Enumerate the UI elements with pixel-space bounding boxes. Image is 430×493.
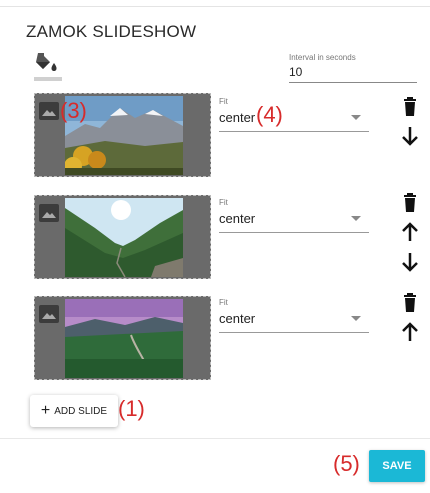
arrow-up-icon[interactable] (395, 220, 425, 244)
interval-field[interactable]: Interval in seconds 10 (289, 53, 417, 83)
slide-thumbnail (65, 299, 183, 378)
save-button[interactable]: SAVE (369, 450, 425, 482)
fit-field-2[interactable]: Fit center (219, 198, 369, 233)
arrow-up-icon[interactable] (395, 320, 425, 344)
top-divider (0, 6, 430, 7)
fit-select[interactable]: center (219, 211, 369, 233)
annotation-3: (3) (60, 98, 87, 123)
annotation-1: (1) (118, 396, 145, 421)
footer-divider (0, 438, 430, 439)
add-slide-label: ADD SLIDE (54, 405, 108, 417)
fit-value: center (219, 110, 256, 125)
annotation-4: (4) (256, 102, 283, 127)
slide-1-actions (395, 94, 425, 154)
fit-select[interactable]: center (219, 311, 369, 333)
annotation-5: (5) (333, 451, 360, 476)
interval-label: Interval in seconds (289, 53, 356, 62)
fit-field-3[interactable]: Fit center (219, 298, 369, 333)
slide-3-actions (395, 290, 425, 350)
slide-thumbnail (65, 198, 183, 277)
fit-label: Fit (219, 298, 228, 307)
image-icon[interactable] (39, 102, 59, 120)
arrow-down-icon[interactable] (395, 124, 425, 148)
add-slide-button[interactable]: + ADD SLIDE (30, 395, 118, 427)
plus-icon: + (40, 402, 51, 419)
chevron-down-icon (351, 216, 361, 221)
image-icon[interactable] (39, 305, 59, 323)
fit-label: Fit (219, 198, 228, 207)
fit-label: Fit (219, 97, 228, 106)
fit-value: center (219, 211, 256, 226)
slideshow-panel: ZAMOK SLIDESHOW Interval in seconds 10 F… (0, 0, 430, 493)
slide-3[interactable] (34, 296, 211, 380)
slide-2[interactable] (34, 195, 211, 279)
page-title: ZAMOK SLIDESHOW (26, 22, 197, 41)
trash-icon[interactable] (395, 290, 425, 314)
color-swatch (34, 77, 62, 81)
slide-2-actions (395, 190, 425, 280)
arrow-down-icon[interactable] (395, 250, 425, 274)
fit-value: center (219, 311, 256, 326)
fit-field-1[interactable]: Fit center (219, 97, 369, 132)
fit-select[interactable]: center (219, 110, 369, 132)
chevron-down-icon (351, 316, 361, 321)
trash-icon[interactable] (395, 190, 425, 214)
image-icon[interactable] (39, 204, 59, 222)
interval-input[interactable]: 10 (289, 65, 417, 83)
chevron-down-icon (351, 115, 361, 120)
trash-icon[interactable] (395, 94, 425, 118)
